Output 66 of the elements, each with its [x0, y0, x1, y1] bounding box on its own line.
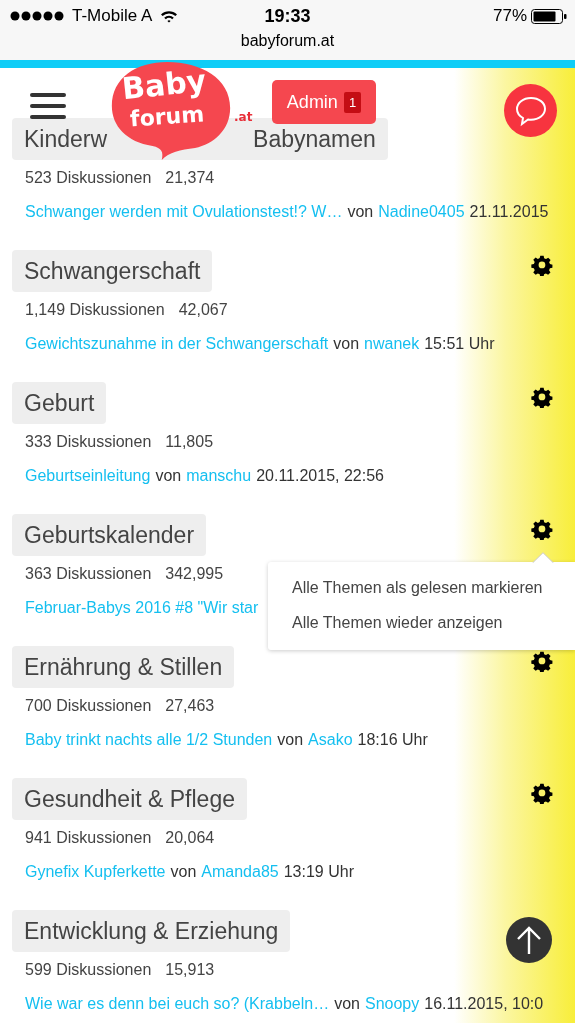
url-text[interactable]: babyforum.at — [240, 32, 335, 50]
topic-link[interactable]: Februar-Babys 2016 #8 "Wir star — [25, 598, 259, 618]
scroll-top-button[interactable] — [506, 917, 552, 963]
settings-icon[interactable] — [531, 518, 553, 540]
chat-button[interactable] — [504, 84, 557, 137]
discussion-count: 523 Diskussionen — [25, 168, 152, 188]
discussion-count: 363 Diskussionen — [25, 564, 152, 584]
menu-item[interactable]: Alle Themen als gelesen markieren — [268, 574, 575, 609]
topic-link[interactable]: Geburtseinleitung — [25, 466, 151, 486]
by-label: von — [277, 730, 304, 750]
post-count: 15,913 — [165, 960, 215, 980]
post-count: 42,067 — [178, 300, 228, 320]
post-time: 15:51 Uhr — [424, 334, 495, 354]
author-link[interactable]: nwanek — [364, 334, 420, 354]
author-link[interactable]: Nadine0405 — [378, 202, 465, 222]
author-link[interactable]: Snoopy — [364, 994, 420, 1014]
post-time: 16.11.2015, 10:0 — [424, 994, 544, 1014]
author-link[interactable]: Amanda85 — [201, 862, 279, 882]
discussion-count: 599 Diskussionen — [25, 960, 152, 980]
post-time: 13:19 Uhr — [283, 862, 354, 882]
carrier-name: T-Mobile A — [72, 6, 153, 26]
battery-percent: 77% — [492, 6, 527, 26]
by-label: von — [333, 334, 360, 354]
battery-icon — [531, 8, 567, 24]
by-label: von — [334, 994, 360, 1014]
category-title[interactable]: Ernährung & Stillen — [12, 646, 235, 688]
wifi-icon — [160, 9, 179, 23]
category-title[interactable]: Geburtskalender — [12, 514, 207, 556]
topic-link[interactable]: Wie war es denn bei euch so? (Krabbeln… — [25, 994, 330, 1014]
discussion-count: 700 Diskussionen — [25, 696, 152, 716]
post-count: 27,463 — [165, 696, 215, 716]
discussion-count: 1,149 Diskussionen — [25, 300, 165, 320]
topic-link[interactable]: Gynefix Kupferkette — [25, 862, 166, 882]
topic-link[interactable]: Gewichtszunahme in der Schwangerschaft — [25, 334, 329, 354]
admin-button[interactable]: Admin 1 — [272, 80, 376, 124]
discussion-count: 941 Diskussionen — [25, 828, 152, 848]
post-count: 11,805 — [165, 432, 214, 452]
signal-icon — [10, 11, 64, 21]
clock-time: 19:33 — [264, 5, 311, 27]
category-title[interactable]: Gesundheit & Pflege — [12, 778, 247, 820]
settings-icon[interactable] — [531, 782, 553, 804]
by-label: von — [347, 202, 374, 222]
post-time: 18:16 Uhr — [357, 730, 428, 750]
settings-icon[interactable] — [531, 386, 553, 408]
category-title[interactable]: Schwangerschaft — [12, 250, 213, 292]
post-time: 21.11.2015 — [469, 202, 549, 222]
post-time: 20.11.2015, 22:56 — [256, 466, 384, 486]
author-link[interactable]: manschu — [186, 466, 252, 486]
menu-item[interactable]: Alle Themen wieder anzeigen — [268, 609, 575, 644]
post-count: 342,995 — [165, 564, 224, 584]
topic-link[interactable]: Baby trinkt nachts alle 1/2 Stunden — [25, 730, 273, 750]
by-label: von — [170, 862, 197, 882]
arrow-up-icon — [516, 925, 542, 955]
post-count: 21,374 — [165, 168, 215, 188]
menu-icon[interactable] — [30, 92, 66, 120]
author-link[interactable]: Asako — [308, 730, 353, 750]
category-title[interactable]: Geburt — [12, 382, 107, 424]
settings-icon[interactable] — [531, 650, 553, 672]
discussion-count: 333 Diskussionen — [25, 432, 152, 452]
topic-link[interactable]: Schwanger werden mit Ovulationstest!? W… — [25, 202, 343, 222]
post-count: 20,064 — [165, 828, 215, 848]
settings-icon[interactable] — [531, 254, 553, 276]
speech-bubble-icon — [513, 94, 548, 127]
category-title[interactable]: Entwicklung & Erziehung — [12, 910, 291, 952]
notification-badge: 1 — [343, 91, 362, 113]
by-label: von — [155, 466, 182, 486]
